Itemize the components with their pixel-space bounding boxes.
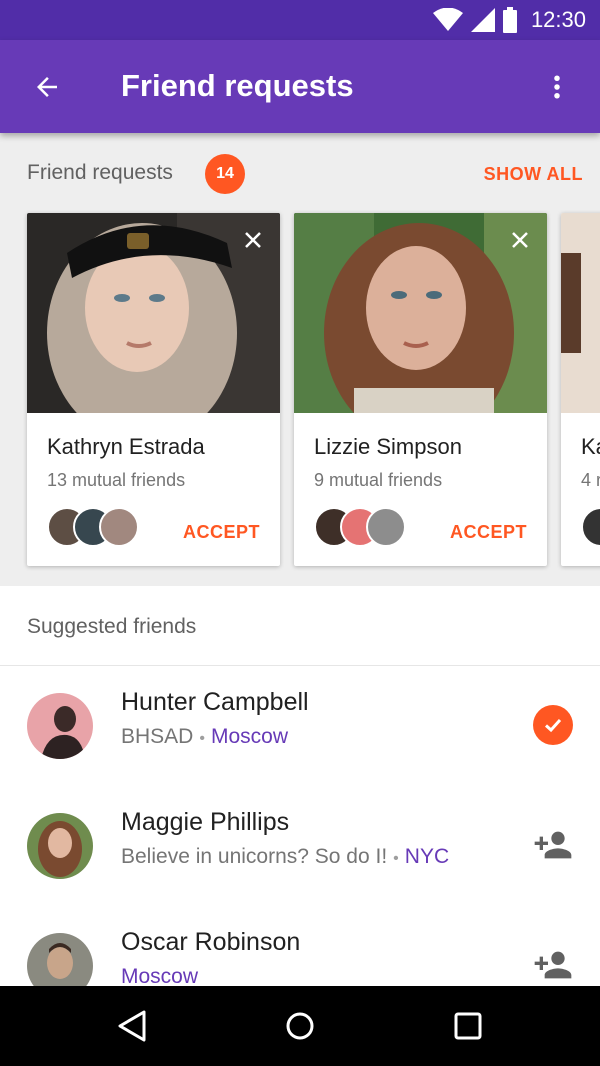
divider [0,665,600,666]
nav-recents-button[interactable] [446,1004,490,1048]
mutual-friends-avatars [47,507,147,547]
avatar [27,813,93,879]
mutual-friends-count: 13 mutual friends [47,470,186,490]
profile-photo [294,213,547,413]
person-add-icon [534,831,572,859]
dismiss-button[interactable] [238,225,268,255]
requester-name: Ka [581,434,600,459]
friend-requests-heading: Friend requests [27,161,173,184]
triangle-back-icon [118,1010,146,1042]
person-location[interactable]: Moscow [211,725,288,748]
accept-button[interactable]: ACCEPT [183,522,260,543]
list-item[interactable]: Maggie Phillips Believe in unicorns? So … [0,808,600,933]
close-icon [245,232,261,248]
battery-icon [502,7,517,33]
suggested-friends-heading: Suggested friends [27,615,197,638]
arrow-back-icon [37,77,57,97]
mutual-friends-avatars [581,507,600,547]
profile-photo [27,213,280,413]
person-add-icon [534,951,572,979]
person-info: Believe in unicorns? So do I! [121,845,388,868]
accept-button[interactable]: ACCEPT [450,522,527,543]
status-icons: 12:30 [432,0,586,40]
list-item[interactable]: Hunter Campbell BHSAD • Moscow [0,688,600,813]
mutual-friends-avatars [314,507,414,547]
status-time: 12:30 [530,7,586,32]
more-options-button[interactable] [534,64,580,110]
requester-name: Lizzie Simpson [314,434,462,459]
person-location[interactable]: NYC [405,845,449,868]
friend-requests-section: Friend requests 14 SHOW ALL Kathryn Estr… [0,133,600,586]
request-card: Kathryn Estrada 13 mutual friends ACCEPT [27,213,280,566]
square-recents-icon [454,1012,482,1040]
avatar [99,507,139,547]
profile-photo [561,213,600,413]
nav-back-button[interactable] [110,1004,154,1048]
status-bar: 12:30 [0,0,600,40]
more-vert-icon [554,75,560,99]
circle-home-icon [286,1012,314,1040]
mutual-friends-count: 9 mutual friends [314,470,443,490]
person-name: Oscar Robinson [121,928,301,956]
nav-home-button[interactable] [278,1004,322,1048]
add-friend-button[interactable] [531,823,575,867]
avatar [581,507,600,547]
added-button[interactable] [531,703,575,747]
requester-name: Kathryn Estrada [47,434,205,459]
page-title: Friend requests [121,68,354,103]
add-friend-button[interactable] [531,943,575,987]
wifi-icon [432,8,463,31]
back-button[interactable] [20,64,74,110]
mutual-friends-count: 4 r [581,470,600,490]
signal-icon [470,8,495,32]
separator-dot: • [199,730,205,747]
system-nav-bar [0,986,600,1066]
person-name: Hunter Campbell [121,688,309,716]
separator-dot: • [393,850,399,867]
person-name: Maggie Phillips [121,808,290,836]
check-icon [533,705,573,745]
dismiss-button[interactable] [505,225,535,255]
request-card: Ka 4 r [561,213,600,566]
person-details: BHSAD • Moscow [121,725,288,749]
person-info: BHSAD [121,725,194,748]
request-card: Lizzie Simpson 9 mutual friends ACCEPT [294,213,547,566]
close-icon [512,232,528,248]
show-all-link[interactable]: SHOW ALL [484,164,583,185]
avatar [27,693,93,759]
person-details: Believe in unicorns? So do I! • NYC [121,845,449,869]
person-location[interactable]: Moscow [121,965,198,988]
app-bar: Friend requests [0,40,600,133]
avatar [366,507,406,547]
request-count-badge: 14 [205,154,245,194]
